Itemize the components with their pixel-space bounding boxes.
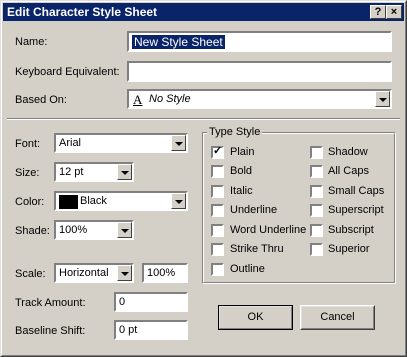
- superscript-label: Superscript: [328, 204, 384, 216]
- strike-thru-label: Strike Thru: [230, 243, 284, 255]
- chevron-down-icon[interactable]: [117, 222, 132, 238]
- shadow-label: Shadow: [328, 146, 368, 158]
- based-on-value: No Style: [149, 93, 191, 105]
- name-value: New Style Sheet: [132, 35, 225, 49]
- size-value: 12 pt: [59, 166, 84, 178]
- strike-thru-checkbox[interactable]: [211, 243, 224, 256]
- scale-label: Scale:: [15, 268, 46, 280]
- word-underline-label: Word Underline: [230, 224, 307, 236]
- cancel-button-label: Cancel: [320, 311, 355, 323]
- keyboard-equivalent-input[interactable]: [127, 61, 392, 82]
- track-amount-label: Track Amount:: [15, 297, 86, 309]
- outline-label: Outline: [230, 263, 265, 275]
- small-caps-label: Small Caps: [328, 185, 385, 197]
- font-dropdown[interactable]: Arial: [54, 133, 188, 153]
- color-label: Color:: [15, 196, 45, 208]
- scale-value: Horizontal: [59, 267, 109, 279]
- baseline-shift-input[interactable]: 0 pt: [114, 320, 188, 340]
- all-caps-label: All Caps: [328, 165, 369, 177]
- baseline-shift-value: 0 pt: [119, 324, 138, 336]
- name-label: Name:: [15, 36, 48, 48]
- chevron-down-icon[interactable]: [171, 135, 186, 151]
- word-underline-checkbox[interactable]: [211, 224, 224, 237]
- superior-label: Superior: [328, 243, 370, 255]
- outline-checkbox[interactable]: [211, 263, 224, 276]
- font-value: Arial: [59, 137, 82, 149]
- underline-checkbox[interactable]: [211, 204, 224, 217]
- track-amount-input[interactable]: 0: [114, 292, 188, 312]
- type-style-title: Type Style: [207, 126, 263, 138]
- based-on-dropdown[interactable]: A No Style: [127, 89, 392, 109]
- bold-label: Bold: [230, 165, 253, 177]
- shadow-checkbox[interactable]: [310, 146, 323, 159]
- chevron-down-icon[interactable]: [171, 193, 186, 209]
- chevron-down-icon[interactable]: [375, 91, 390, 107]
- shade-value: 100%: [59, 224, 88, 236]
- color-swatch: [59, 195, 78, 209]
- color-dropdown[interactable]: Black: [54, 191, 188, 211]
- close-icon: ×: [390, 6, 398, 18]
- font-label: Font:: [15, 138, 41, 150]
- chevron-down-icon[interactable]: [117, 265, 132, 281]
- scale-percent-value: 100%: [147, 267, 176, 279]
- window-title: Edit Character Style Sheet: [7, 5, 158, 19]
- all-caps-checkbox[interactable]: [310, 165, 323, 178]
- keyboard-equivalent-label: Keyboard Equivalent:: [15, 66, 120, 78]
- ok-button[interactable]: OK: [218, 305, 293, 330]
- underline-label: Underline: [230, 204, 278, 216]
- scale-dropdown[interactable]: Horizontal: [54, 263, 134, 283]
- close-button[interactable]: ×: [386, 5, 402, 19]
- cancel-button[interactable]: Cancel: [300, 305, 375, 330]
- title-bar[interactable]: Edit Character Style Sheet ? ×: [3, 3, 404, 21]
- name-input[interactable]: New Style Sheet: [127, 31, 392, 52]
- italic-label: Italic: [230, 185, 253, 197]
- italic-checkbox[interactable]: [211, 185, 224, 198]
- small-caps-checkbox[interactable]: [310, 185, 323, 198]
- plain-checkbox[interactable]: [211, 145, 224, 159]
- based-on-label: Based On:: [15, 94, 67, 106]
- superscript-checkbox[interactable]: [310, 204, 323, 217]
- plain-label: Plain: [230, 146, 255, 158]
- subscript-checkbox[interactable]: [310, 224, 323, 237]
- shade-dropdown[interactable]: 100%: [54, 220, 134, 240]
- separator: [7, 118, 400, 120]
- scale-percent-input[interactable]: 100%: [142, 263, 188, 283]
- baseline-shift-label: Baseline Shift:: [15, 325, 86, 337]
- chevron-down-icon[interactable]: [117, 164, 132, 180]
- help-icon: ?: [374, 6, 382, 18]
- size-label: Size:: [15, 167, 40, 179]
- size-dropdown[interactable]: 12 pt: [54, 162, 134, 182]
- ok-button-label: OK: [247, 311, 264, 323]
- shade-label: Shade:: [15, 225, 50, 237]
- superior-checkbox[interactable]: [310, 243, 323, 256]
- track-amount-value: 0: [119, 296, 126, 308]
- color-value: Black: [80, 195, 107, 207]
- help-button[interactable]: ?: [370, 5, 386, 19]
- dialog-window: Edit Character Style Sheet ? × Name: New…: [0, 0, 407, 357]
- subscript-label: Subscript: [328, 224, 374, 236]
- bold-checkbox[interactable]: [211, 165, 224, 178]
- style-icon: A: [133, 92, 143, 107]
